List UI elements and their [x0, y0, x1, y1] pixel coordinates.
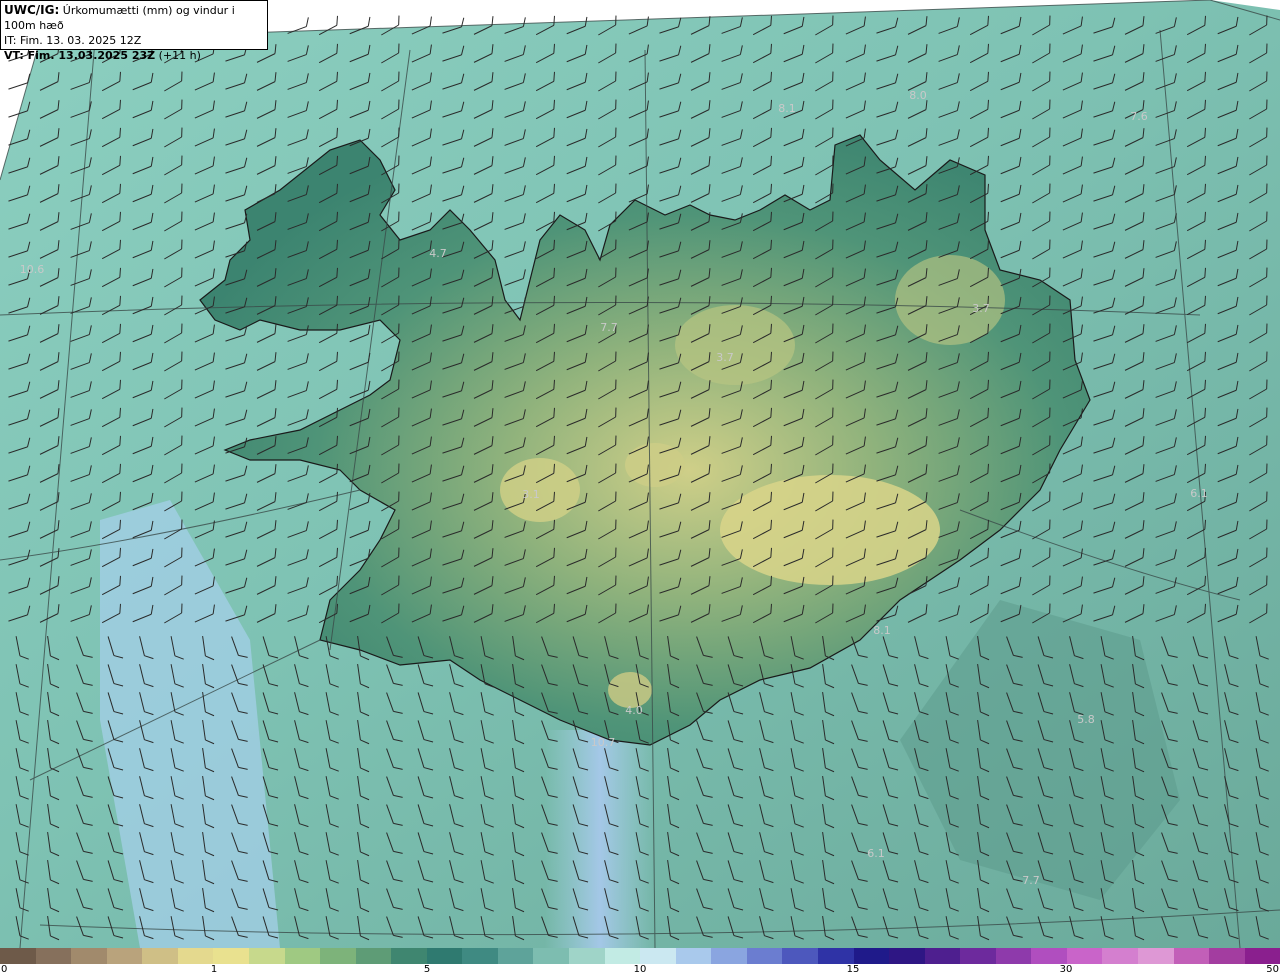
- colorbar-segment: [675, 948, 712, 964]
- colorbar-segment: [497, 948, 534, 964]
- colorbar-segment: [462, 948, 498, 964]
- pw-value-label: 5.8: [1077, 713, 1095, 726]
- highland-north: [675, 305, 795, 385]
- colorbar-segment: [995, 948, 1032, 964]
- colorbar-segment: [177, 948, 214, 964]
- colorbar-segment: [71, 948, 107, 964]
- colorbar-segment: [35, 948, 72, 964]
- colorbar-segment: [889, 948, 925, 964]
- colorbar-legend: 0 1 5 10 15 30 50: [0, 948, 1280, 978]
- colorbar-segment: [1244, 948, 1280, 964]
- colorbar-tick: 15: [846, 964, 860, 975]
- pw-value-label: 7.7: [600, 321, 618, 334]
- colorbar-segment: [0, 948, 36, 964]
- pw-value-label: 10.7: [591, 736, 616, 749]
- colorbar-segment: [853, 948, 890, 964]
- pw-value-label: 8.1: [873, 624, 891, 637]
- pw-value-label: 6.1: [1190, 487, 1208, 500]
- colorbar-segment: [320, 948, 356, 964]
- glacier-langjokull: [500, 458, 580, 522]
- colorbar-segment: [1173, 948, 1210, 964]
- pw-value-label: 7.7: [1022, 874, 1040, 887]
- pw-value-label: 6.1: [867, 847, 885, 860]
- colorbar-segment: [640, 948, 676, 964]
- pw-value-label: 3.1: [522, 488, 540, 501]
- glacier-myrdalsjokull: [608, 672, 652, 708]
- glacier-hofsjokull: [625, 443, 685, 487]
- colorbar-segment: [1102, 948, 1138, 964]
- colorbar-segment: [533, 948, 569, 964]
- pw-value-label: 3.7: [972, 302, 990, 315]
- colorbar-segment: [1209, 948, 1245, 964]
- colorbar-tick: 30: [1059, 964, 1073, 975]
- weather-map[interactable]: 8.1 8.0 7.6 4.7 10.6 7.7 3.7 3.7 3.1 6.1 4.0 10.7 5.…: [0, 0, 1280, 948]
- colorbar-segment: [426, 948, 463, 964]
- colorbar-segment: [604, 948, 641, 964]
- pw-value-label: 7.6: [1130, 110, 1148, 123]
- init-time: IT: Fim. 13. 03. 2025 12Z: [4, 34, 142, 47]
- map-header: UWC/IG: Úrkomumætti (mm) og vindur i 100…: [0, 0, 268, 62]
- colorbar-segment: [391, 948, 427, 964]
- colorbar-segment: [106, 948, 143, 964]
- colorbar-segment: [284, 948, 321, 964]
- pw-value-label: 4.0: [625, 704, 643, 717]
- colorbar-segment: [960, 948, 996, 964]
- colorbar-segment: [355, 948, 392, 964]
- colorbar-tick: 1: [210, 964, 218, 975]
- colorbar-tick: 10: [633, 964, 647, 975]
- valid-time: VT: Fim. 13.03.2025 23Z: [4, 49, 156, 62]
- colorbar-tick: 0: [1, 964, 8, 975]
- colorbar-segment: [782, 948, 818, 964]
- pw-value-label: 3.7: [716, 351, 734, 364]
- colorbar-segment: [1031, 948, 1067, 964]
- colorbar-segment: [711, 948, 747, 964]
- colorbar-tick: 50: [1266, 964, 1279, 975]
- colorbar-segment: [1138, 948, 1174, 964]
- colorbar-segment: [213, 948, 249, 964]
- colorbar-segment: [569, 948, 605, 964]
- pw-value-label: 8.1: [778, 102, 796, 115]
- colorbar-segment: [1066, 948, 1103, 964]
- colorbar-segment: [142, 948, 178, 964]
- colorbar-segment: [746, 948, 783, 964]
- pw-value-label: 10.6: [20, 263, 45, 276]
- colorbar: [0, 948, 1280, 964]
- pw-value-label: 8.0: [909, 89, 927, 102]
- colorbar-segment: [817, 948, 854, 964]
- pw-value-label: 4.7: [429, 247, 447, 260]
- colorbar-tick: 5: [423, 964, 431, 975]
- forecast-offset: (+11 h): [158, 49, 201, 62]
- product-code: UWC/IG:: [4, 3, 60, 17]
- colorbar-segment: [924, 948, 961, 964]
- colorbar-segment: [248, 948, 285, 964]
